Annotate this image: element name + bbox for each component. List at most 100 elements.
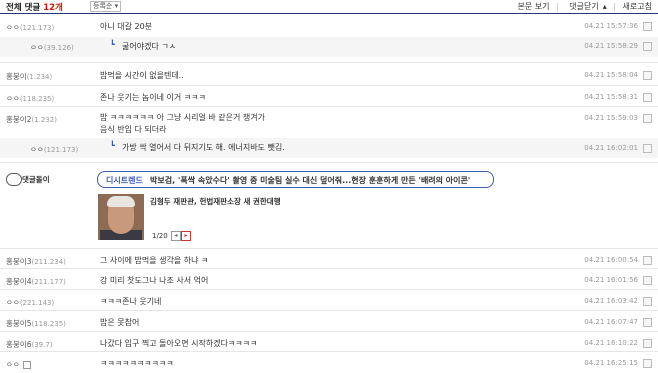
- row-divider: [0, 62, 658, 63]
- ip-address: (1.232): [31, 116, 57, 124]
- comment-checkbox[interactable]: [643, 276, 652, 285]
- comment-checkbox[interactable]: [643, 256, 652, 265]
- comment-text: 밥 ㅋㅋㅋㅋㅋㅋ 아 그냥 시리얼 바 같은거 챙겨가: [100, 113, 265, 122]
- comment-date: 04.21 15:58:29: [584, 42, 638, 50]
- comment-author[interactable]: 홍붕이2(1.232): [6, 114, 57, 125]
- comment-text: 그 사이에 밥먹을 생각을 하냐 ㅋ: [100, 256, 209, 265]
- comment-text: 가방 싹 열어서 다 뒤지기도 해. 에너지바도 뺏김.: [122, 143, 285, 152]
- comment-author[interactable]: 홍붕이5(118.235): [6, 318, 66, 329]
- comment-date: 04.21 16:07:47: [584, 318, 638, 326]
- comment-date: 04.21 16:00:54: [584, 256, 638, 264]
- chevron-down-icon: ▾: [114, 2, 119, 10]
- news-pager: 1/20: [152, 232, 168, 240]
- comment-author[interactable]: 홍붕이3(211.234): [6, 256, 66, 267]
- comment-checkbox[interactable]: [643, 42, 652, 51]
- reply-arrow-icon: ┗: [110, 141, 115, 150]
- row-divider: [0, 85, 658, 86]
- nickname: 홍붕이5: [6, 319, 32, 328]
- comment-text: ㅋㅋㅋㅋㅋㅋㅋㅋㅋㅋ: [100, 359, 174, 368]
- comment-checkbox[interactable]: [643, 93, 652, 102]
- prev-icon[interactable]: ◂: [171, 231, 181, 241]
- comment-date: 04.21 16:01:56: [584, 276, 638, 284]
- comment-text-line2: 음식 반입 다 되더라: [100, 125, 167, 134]
- comment-checkbox[interactable]: [643, 22, 652, 31]
- trend-brand: 디시트렌드: [106, 176, 143, 185]
- comment-header: 전체 댓글 12개 등록순 ▾ 본문 보기 | 댓글닫기 ▴ | 새로고침: [0, 0, 658, 14]
- row-divider: [0, 268, 658, 269]
- comment-text: 밥은 못참어: [100, 318, 140, 327]
- trend-headline-link[interactable]: 디시트렌드 박보검, '폭싹 속았수다' 촬영 중 미술팀 실수 대신 덮어줘.…: [97, 171, 494, 188]
- ip-address: (121.173): [19, 24, 55, 32]
- news-thumbnail[interactable]: [98, 194, 144, 240]
- row-divider: [0, 331, 658, 332]
- ip-address: (211.177): [31, 278, 66, 286]
- image-icon: [22, 361, 31, 369]
- close-comments-link[interactable]: 댓글닫기 ▴: [565, 2, 606, 11]
- comment-author[interactable]: ㅇㅇ(118.235): [6, 93, 54, 104]
- nickname: ㅇㅇ: [6, 298, 20, 307]
- comment-date: 04.21 16:02:01: [584, 144, 638, 152]
- divider: |: [613, 2, 616, 11]
- comment-count-title: 전체 댓글 12개: [6, 1, 63, 13]
- nickname: 홍붕이2: [6, 115, 32, 124]
- comment-count: 12개: [43, 3, 63, 13]
- comment-text: 굶어야겠다 ㄱㅅ: [122, 42, 177, 51]
- ip-address: (118.235): [31, 320, 66, 328]
- close-comments-label: 댓글닫기: [569, 2, 599, 11]
- sort-select[interactable]: 등록순 ▾: [90, 1, 122, 12]
- view-body-link[interactable]: 본문 보기: [518, 2, 550, 11]
- reply-row: [0, 37, 658, 57]
- chevron-up-icon: ▴: [602, 2, 607, 11]
- reply-row: [0, 138, 658, 158]
- comment-author[interactable]: 홍붕이6(39.7): [6, 339, 53, 350]
- comment-checkbox[interactable]: [643, 144, 652, 153]
- comment-author[interactable]: ㅇㅇ(221.143): [6, 297, 54, 308]
- comment-author[interactable]: 홍붕이(1.234): [6, 71, 52, 82]
- ip-address: (211.234): [31, 258, 66, 266]
- comment-author[interactable]: 홍붕이4(211.177): [6, 276, 66, 287]
- ip-address: (1.234): [26, 73, 53, 81]
- comment-title: 전체 댓글: [6, 3, 41, 13]
- ip-address: (39.126): [43, 44, 74, 52]
- comment-bot-icon: [6, 173, 22, 186]
- ip-address: (121.173): [43, 146, 79, 154]
- sort-label: 등록순: [93, 2, 113, 10]
- comment-text: 강 미리 찻도그나 나조 사서 억어: [100, 276, 209, 285]
- row-divider: [0, 310, 658, 311]
- news-subheadline[interactable]: 김형두 재판관, 헌법재판소장 새 권한대행: [150, 196, 281, 207]
- row-divider: [0, 289, 658, 290]
- thumb-hair: [107, 196, 135, 207]
- comment-checkbox[interactable]: [643, 297, 652, 306]
- comment-checkbox[interactable]: [643, 359, 652, 368]
- nickname: ㅇㅇ: [6, 23, 20, 32]
- ad-label: 댓글돌이: [22, 175, 50, 184]
- comment-checkbox[interactable]: [643, 318, 652, 327]
- reply-arrow-icon: ┗: [110, 40, 115, 49]
- comment-actions: 본문 보기 | 댓글닫기 ▴ | 새로고침: [514, 1, 653, 12]
- comment-date: 04.21 16:10:22: [584, 339, 638, 347]
- comment-checkbox[interactable]: [643, 114, 652, 123]
- comment-date: 04.21 15:58:04: [584, 71, 638, 79]
- comment-date: 04.21 15:59:03: [584, 114, 638, 122]
- refresh-link[interactable]: 새로고침: [623, 2, 652, 11]
- next-icon[interactable]: ▸: [181, 231, 191, 241]
- comment-text: 밥먹을 시간이 없을텐데..: [100, 71, 184, 80]
- comment-author[interactable]: ㅇㅇ: [6, 359, 31, 370]
- comment-text: ㅋㅋㅋ존나 웃기네: [100, 297, 162, 306]
- nickname: ㅇㅇ: [30, 43, 44, 52]
- nickname: 홍붕이6: [6, 340, 32, 349]
- ip-address: (39.7): [31, 341, 53, 349]
- comment-date: 04.21 15:58:31: [584, 93, 638, 101]
- nickname: 홍붕이3: [6, 257, 32, 266]
- nickname: ㅇㅇ: [30, 145, 44, 154]
- comment-author[interactable]: ㅇㅇ(121.173): [6, 22, 54, 33]
- comment-date: 04.21 16:03:42: [584, 297, 638, 305]
- comment-author[interactable]: ㅇㅇ(121.173): [30, 144, 78, 155]
- comment-checkbox[interactable]: [643, 71, 652, 80]
- nickname: 홍붕이: [6, 72, 27, 81]
- comment-date: 04.21 15:57:36: [584, 22, 638, 30]
- comment-checkbox[interactable]: [643, 339, 652, 348]
- comment-text: 아니 대갈 20분: [100, 22, 153, 31]
- comment-author[interactable]: ㅇㅇ(39.126): [30, 42, 74, 53]
- comment-text: 나갔다 입구 찍고 돌아오면 시작하겠다ㅋㅋㅋㅋ: [100, 339, 258, 348]
